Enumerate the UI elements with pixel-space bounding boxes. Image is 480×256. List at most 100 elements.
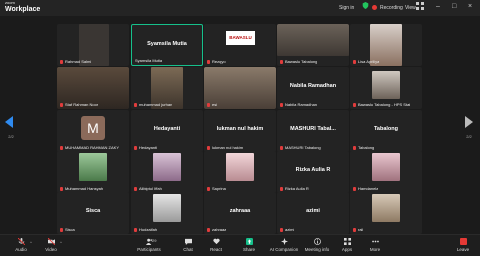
- mic-muted-icon: [353, 60, 356, 64]
- participant-tile[interactable]: Sisca Sisca: [57, 192, 129, 234]
- participant-name: azimi: [280, 227, 294, 232]
- participant-name: Bawaslu Tabalong - HPS Staf: [353, 102, 410, 107]
- participant-tile[interactable]: Rahmad Salmi: [57, 24, 129, 66]
- participant-name: zahraaa: [207, 227, 226, 232]
- participants-label: Participants: [137, 247, 161, 252]
- maximize-icon[interactable]: □: [452, 3, 456, 10]
- participant-tile[interactable]: BAWASLU Rezqyo: [204, 24, 276, 66]
- audio-options-caret-icon[interactable]: ^: [30, 240, 32, 245]
- share-button[interactable]: Share: [234, 238, 264, 252]
- participant-tile[interactable]: Bawaslu Tabalong: [277, 24, 349, 66]
- mic-muted-icon: [60, 103, 63, 107]
- avatar: M: [81, 116, 105, 140]
- react-button[interactable]: React: [201, 238, 231, 252]
- close-icon[interactable]: ×: [468, 3, 472, 10]
- participant-name: Rahmad Salmi: [60, 59, 91, 64]
- participant-name: Alibiptul Iffah: [134, 186, 162, 191]
- ai-companion-button[interactable]: AI Companion: [266, 238, 302, 252]
- participant-tile[interactable]: Hedayanti Hedayanti: [131, 110, 203, 152]
- participant-tile-active-speaker[interactable]: Syamsila Mutia Syamsila Mutia: [131, 24, 203, 66]
- participant-tile[interactable]: Rizka Aulia R Rizka Aulia R: [277, 151, 349, 193]
- participant-tile[interactable]: MASHURI Tabal... MASHURI Tabalong: [277, 110, 349, 152]
- chat-label: Chat: [183, 247, 193, 252]
- next-page-button[interactable]: 2/2: [458, 110, 480, 142]
- sign-in-button[interactable]: Sign in: [339, 2, 354, 13]
- mic-muted-icon: [280, 187, 283, 191]
- video-feed: [277, 24, 349, 56]
- meeting-toolbar: Audio ^ Video ^ 29 Participants Chat Rea…: [0, 234, 480, 256]
- apps-button[interactable]: Apps: [332, 238, 362, 252]
- participant-tile[interactable]: Hudzaifah: [131, 192, 203, 234]
- recording-indicator[interactable]: Recording: [372, 2, 403, 13]
- participant-name: Tabalong: [353, 145, 374, 150]
- participant-name: Sisca: [60, 227, 75, 232]
- participant-name: esi: [207, 102, 217, 107]
- participant-tile[interactable]: Lisa Apriliya: [350, 24, 422, 66]
- participant-tile[interactable]: Muhammad Hansyah: [57, 151, 129, 193]
- mic-muted-icon: [60, 146, 63, 150]
- previous-page-button[interactable]: 2/2: [0, 110, 22, 142]
- mic-muted-icon: [353, 187, 356, 191]
- ai-companion-label: AI Companion: [269, 247, 299, 252]
- participant-tile[interactable]: zahraaa zahraaa: [204, 192, 276, 234]
- mic-muted-icon: [280, 103, 283, 107]
- mic-muted-icon: [134, 228, 137, 232]
- mic-muted-icon: [207, 60, 210, 64]
- page-indicator-left: 2/2: [8, 134, 14, 139]
- bawaslu-logo: BAWASLU: [226, 31, 255, 45]
- chat-button[interactable]: Chat: [173, 238, 203, 252]
- participant-display-name: Syamsila Mutia: [147, 41, 187, 47]
- participant-name: Hedayanti: [134, 145, 157, 150]
- participant-name: lukman nul hakim: [207, 145, 243, 150]
- participant-tile[interactable]: muhammad jurhan: [131, 67, 203, 109]
- camera-off-icon: [47, 238, 55, 245]
- participant-display-name: azimi: [306, 208, 320, 214]
- sparkle-icon: [280, 238, 288, 245]
- minimize-icon[interactable]: –: [436, 3, 440, 10]
- meeting-info-button[interactable]: Meeting info: [300, 238, 334, 252]
- participants-count: 29: [152, 238, 157, 243]
- participant-tile[interactable]: Bawaslu Tabalong - HPS Staf: [350, 67, 422, 109]
- participant-tile[interactable]: Alibiptul Iffah: [131, 151, 203, 193]
- page-indicator-right: 2/2: [466, 134, 472, 139]
- participant-tile[interactable]: M MUHAMMAD RAHMAN ZAKY: [57, 110, 129, 152]
- brand-top: zoom: [5, 0, 15, 5]
- video-label: Video: [45, 247, 57, 252]
- shield-icon[interactable]: [362, 2, 369, 9]
- leave-label: Leave: [456, 247, 470, 252]
- share-screen-icon: [245, 238, 253, 245]
- participant-name: MASHURI Tabalong: [280, 145, 321, 150]
- video-options-caret-icon[interactable]: ^: [60, 240, 62, 245]
- participant-tile[interactable]: Saprina: [204, 151, 276, 193]
- leave-button[interactable]: Leave: [448, 238, 478, 252]
- participant-tile[interactable]: lukman nul hakim lukman nul hakim: [204, 110, 276, 152]
- participant-tile[interactable]: Staf Rahman Noor: [57, 67, 129, 109]
- apps-icon: [343, 238, 351, 245]
- mic-muted-icon: [207, 146, 210, 150]
- video-feed: [372, 194, 400, 222]
- participant-display-name: Nabila Ramadhan: [289, 83, 337, 89]
- participant-name: rali: [353, 227, 363, 232]
- recording-label: Recording: [380, 4, 403, 11]
- participant-name: Bawaslu Tabalong: [280, 59, 317, 64]
- participant-tile[interactable]: esi: [204, 67, 276, 109]
- mic-muted-icon: [60, 60, 63, 64]
- mic-muted-icon: [280, 228, 283, 232]
- mic-muted-icon: [353, 228, 356, 232]
- grid-view-icon[interactable]: [416, 2, 424, 10]
- arrow-right-icon: [465, 116, 473, 128]
- participant-tile[interactable]: Nabila Ramadhan Nabila Ramadhan: [277, 67, 349, 109]
- participant-tile[interactable]: Hamdanela: [350, 151, 422, 193]
- zoom-logo: zoom Workplace: [5, 0, 40, 14]
- participant-tile[interactable]: rali: [350, 192, 422, 234]
- participant-tile[interactable]: Tabalong Tabalong: [350, 110, 422, 152]
- mic-muted-icon: [280, 146, 283, 150]
- participants-button[interactable]: 29 Participants: [134, 238, 164, 252]
- more-button[interactable]: More: [360, 238, 390, 252]
- view-button[interactable]: View: [405, 2, 416, 13]
- mic-muted-icon: [134, 146, 137, 150]
- apps-label: Apps: [341, 247, 353, 252]
- audio-label: Audio: [15, 247, 27, 252]
- participant-tile[interactable]: azimi azimi: [277, 192, 349, 234]
- participant-name: Staf Rahman Noor: [60, 102, 98, 107]
